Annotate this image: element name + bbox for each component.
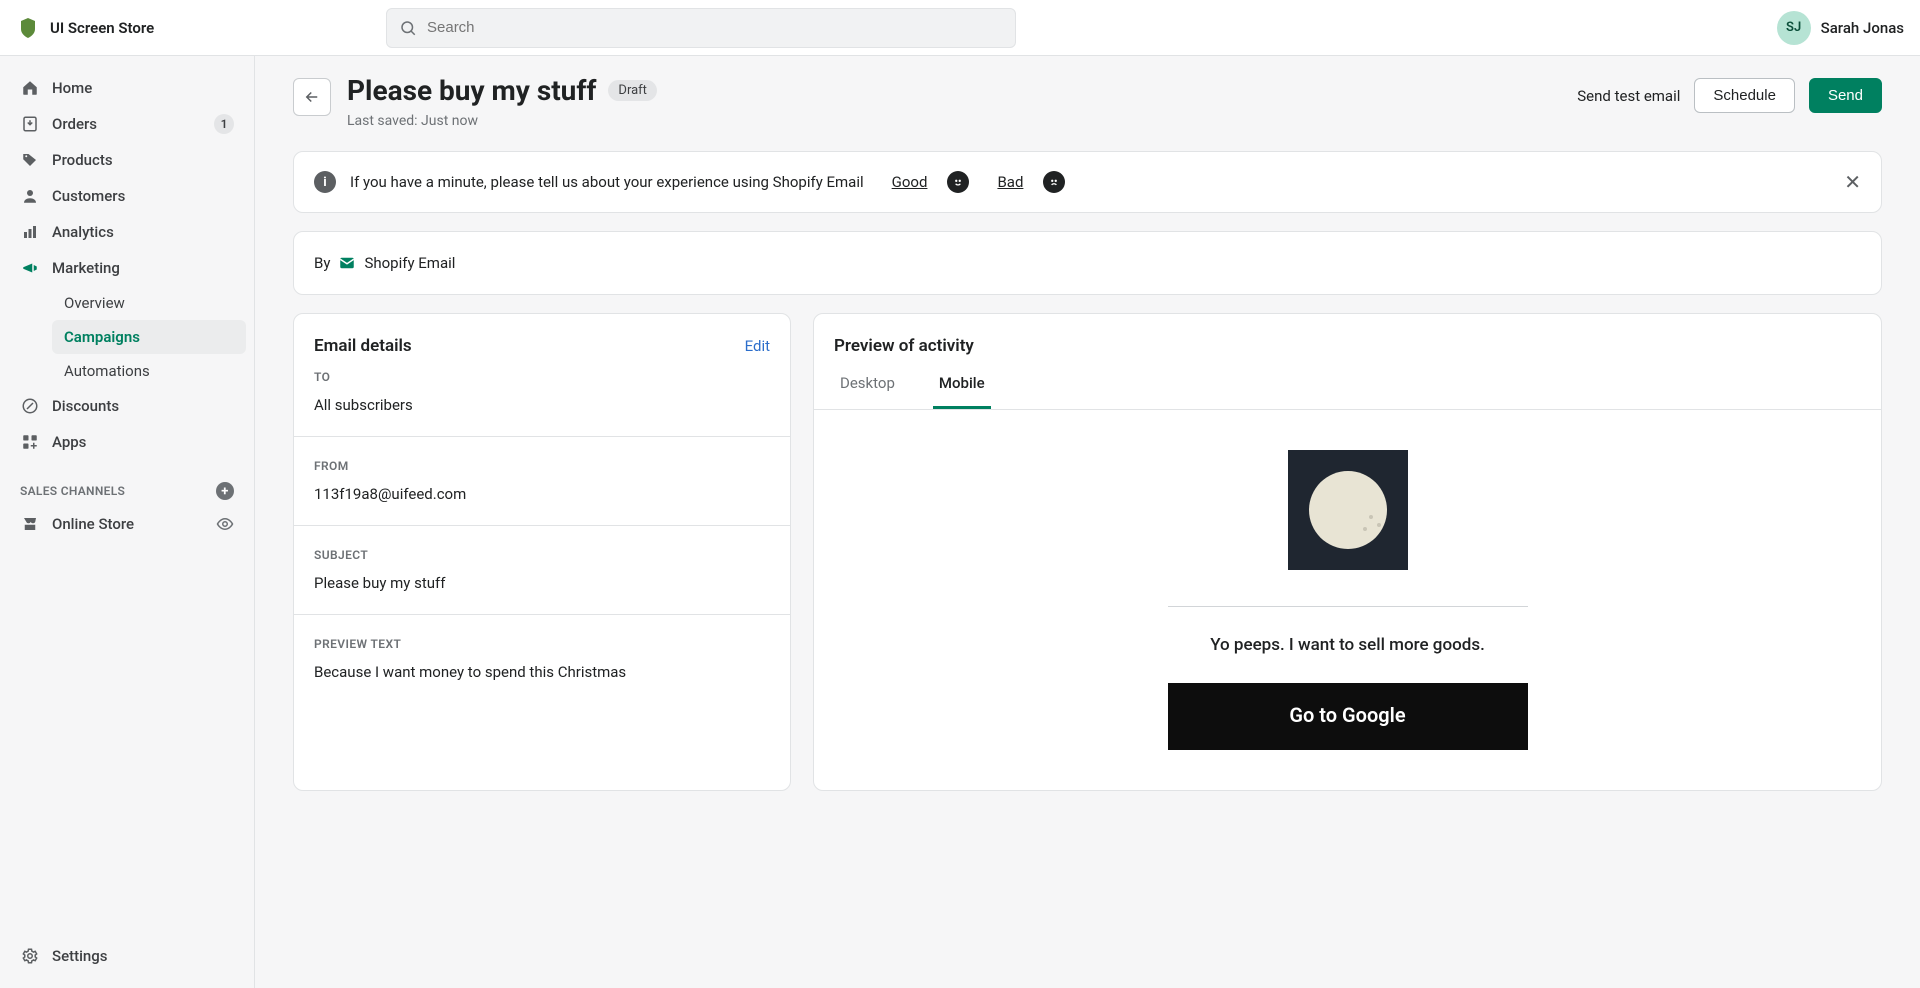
gear-icon: [20, 946, 40, 966]
by-app-panel: By Shopify Email: [293, 231, 1882, 295]
nav-home[interactable]: Home: [8, 70, 246, 106]
from-value: 113f19a8@uifeed.com: [314, 485, 770, 503]
back-button[interactable]: [293, 78, 331, 116]
nav-marketing-label: Marketing: [52, 259, 234, 277]
preview-body-text: Yo peeps. I want to sell more goods.: [1210, 635, 1485, 655]
smile-icon: [947, 171, 969, 193]
analytics-icon: [20, 222, 40, 242]
by-label: By: [314, 254, 330, 272]
search-bar[interactable]: [386, 8, 1016, 48]
close-feedback-button[interactable]: ✕: [1844, 170, 1861, 194]
edit-details-link[interactable]: Edit: [745, 337, 770, 355]
from-label: FROM: [314, 459, 770, 473]
products-icon: [20, 150, 40, 170]
topbar: UI Screen Store SJ Sarah Jonas: [0, 0, 1920, 56]
sales-channels-heading: SALES CHANNELS +: [8, 482, 246, 500]
shopify-logo-icon: [16, 16, 40, 40]
subject-value: Please buy my stuff: [314, 574, 770, 592]
nav-analytics-label: Analytics: [52, 223, 234, 241]
user-menu[interactable]: SJ Sarah Jonas: [1777, 11, 1904, 45]
apps-icon: [20, 432, 40, 452]
send-button[interactable]: Send: [1809, 78, 1882, 113]
mail-icon: [338, 254, 356, 272]
search-input[interactable]: [427, 19, 1003, 36]
feedback-banner: i If you have a minute, please tell us a…: [293, 151, 1882, 213]
home-icon: [20, 78, 40, 98]
main-content: Please buy my stuff Draft Last saved: Ju…: [255, 56, 1920, 988]
to-label: TO: [314, 370, 770, 384]
nav-settings-label: Settings: [52, 947, 234, 965]
store-identity[interactable]: UI Screen Store: [16, 16, 386, 40]
by-app-name: Shopify Email: [364, 254, 455, 272]
frown-icon: [1043, 171, 1065, 193]
orders-icon: [20, 114, 40, 134]
feedback-text: If you have a minute, please tell us abo…: [350, 173, 864, 191]
user-name: Sarah Jonas: [1821, 19, 1904, 37]
preview-panel: Preview of activity Desktop Mobile Yo pe…: [813, 313, 1882, 791]
send-test-email-link[interactable]: Send test email: [1577, 87, 1680, 105]
to-value: All subscribers: [314, 396, 770, 414]
nav-products-label: Products: [52, 151, 234, 169]
status-badge: Draft: [608, 80, 657, 101]
subject-label: SUBJECT: [314, 548, 770, 562]
nav-home-label: Home: [52, 79, 234, 97]
add-channel-button[interactable]: +: [216, 482, 234, 500]
marketing-icon: [20, 258, 40, 278]
arrow-left-icon: [303, 88, 321, 106]
preview-tabs: Desktop Mobile: [814, 360, 1881, 410]
store-icon: [20, 514, 40, 534]
info-icon: i: [314, 171, 336, 193]
search-icon: [399, 19, 417, 37]
nav-discounts-label: Discounts: [52, 397, 234, 415]
last-saved: Last saved: Just now: [347, 113, 657, 129]
preview-text-label: PREVIEW TEXT: [314, 637, 770, 651]
feedback-good-link[interactable]: Good: [892, 173, 928, 191]
nav-analytics[interactable]: Analytics: [8, 214, 246, 250]
sidebar: Home Orders 1 Products Customers Analyti…: [0, 56, 255, 988]
preview-cta-button[interactable]: Go to Google: [1168, 683, 1528, 750]
store-name: UI Screen Store: [50, 19, 154, 37]
email-details-heading: Email details: [314, 336, 412, 356]
page-header: Please buy my stuff Draft Last saved: Ju…: [293, 74, 1882, 129]
customers-icon: [20, 186, 40, 206]
nav-products[interactable]: Products: [8, 142, 246, 178]
avatar: SJ: [1777, 11, 1811, 45]
orders-count-badge: 1: [214, 114, 234, 134]
preview-heading: Preview of activity: [834, 336, 974, 356]
feedback-bad-link[interactable]: Bad: [997, 173, 1023, 191]
email-details-panel: Email details Edit TO All subscribers FR…: [293, 313, 791, 791]
tab-desktop[interactable]: Desktop: [834, 360, 901, 409]
preview-body: Yo peeps. I want to sell more goods. Go …: [814, 410, 1881, 790]
subnav-overview[interactable]: Overview: [52, 286, 246, 320]
nav-online-store-label: Online Store: [52, 515, 204, 533]
nav-apps-label: Apps: [52, 433, 234, 451]
page-title: Please buy my stuff: [347, 74, 596, 107]
nav-discounts[interactable]: Discounts: [8, 388, 246, 424]
nav-apps[interactable]: Apps: [8, 424, 246, 460]
nav-settings[interactable]: Settings: [8, 938, 246, 974]
nav-orders-label: Orders: [52, 115, 202, 133]
discounts-icon: [20, 396, 40, 416]
subnav-campaigns[interactable]: Campaigns: [52, 320, 246, 354]
nav-orders[interactable]: Orders 1: [8, 106, 246, 142]
nav-online-store[interactable]: Online Store: [8, 506, 246, 542]
nav-marketing[interactable]: Marketing: [8, 250, 246, 286]
nav-customers[interactable]: Customers: [8, 178, 246, 214]
schedule-button[interactable]: Schedule: [1694, 78, 1795, 113]
tab-mobile[interactable]: Mobile: [933, 360, 991, 409]
view-store-icon[interactable]: [216, 515, 234, 533]
preview-image: [1288, 450, 1408, 570]
subnav-automations[interactable]: Automations: [52, 354, 246, 388]
preview-divider: [1168, 606, 1528, 607]
nav-customers-label: Customers: [52, 187, 234, 205]
preview-text-value: Because I want money to spend this Chris…: [314, 663, 770, 681]
